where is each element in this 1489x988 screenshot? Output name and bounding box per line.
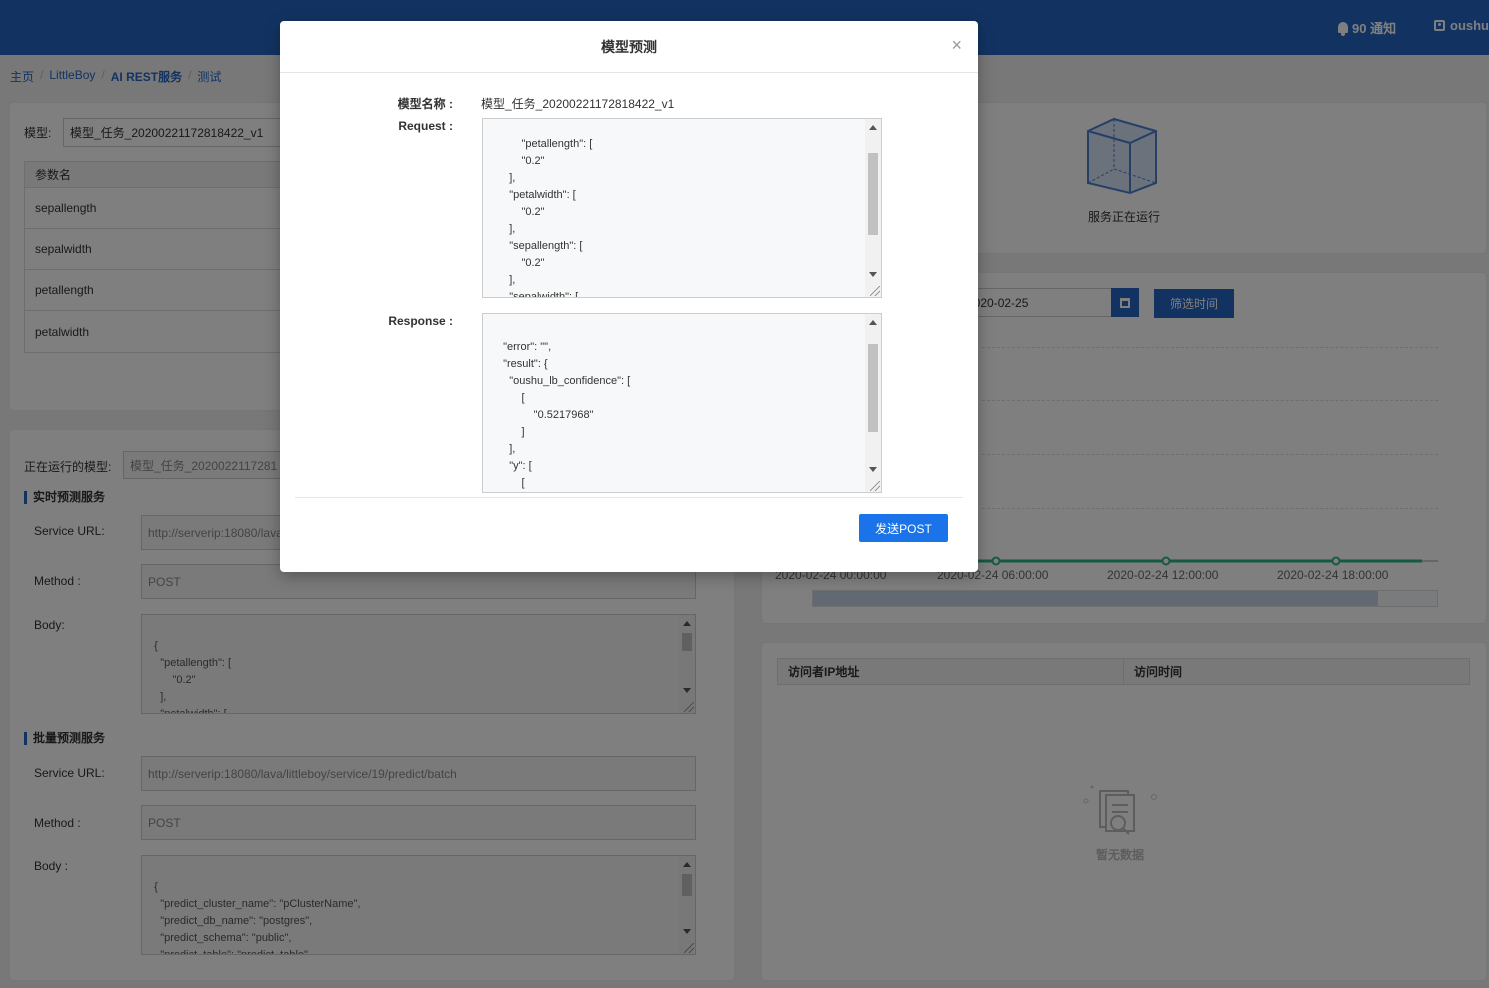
predict-modal: 模型预测 × 模型名称 : 模型_任务_20200221172818422_v1… xyxy=(280,21,978,572)
response-text: "error": "", "result": { "oushu_lb_confi… xyxy=(503,341,631,489)
modal-title: 模型预测 xyxy=(601,38,657,55)
response-textarea[interactable]: "error": "", "result": { "oushu_lb_confi… xyxy=(482,313,882,493)
modal-header: 模型预测 × xyxy=(280,21,978,73)
response-label: Response : xyxy=(388,314,453,328)
resize-handle[interactable] xyxy=(870,481,880,491)
model-name-label: 模型名称 : xyxy=(397,97,453,111)
model-name-value: 模型_任务_20200221172818422_v1 xyxy=(481,97,675,111)
send-post-button[interactable]: 发送POST xyxy=(859,514,948,542)
request-text: "petallength": [ "0.2" ], "petalwidth": … xyxy=(509,138,593,298)
resize-handle[interactable] xyxy=(870,286,880,296)
scrollbar[interactable] xyxy=(865,119,881,297)
scrollbar[interactable] xyxy=(865,314,881,492)
request-label: Request : xyxy=(398,119,453,133)
modal-footer-divider xyxy=(295,497,963,498)
close-icon[interactable]: × xyxy=(951,35,962,56)
request-textarea[interactable]: "petallength": [ "0.2" ], "petalwidth": … xyxy=(482,118,882,298)
response-scroll-content: "error": "", "result": { "oushu_lb_confi… xyxy=(497,339,861,492)
